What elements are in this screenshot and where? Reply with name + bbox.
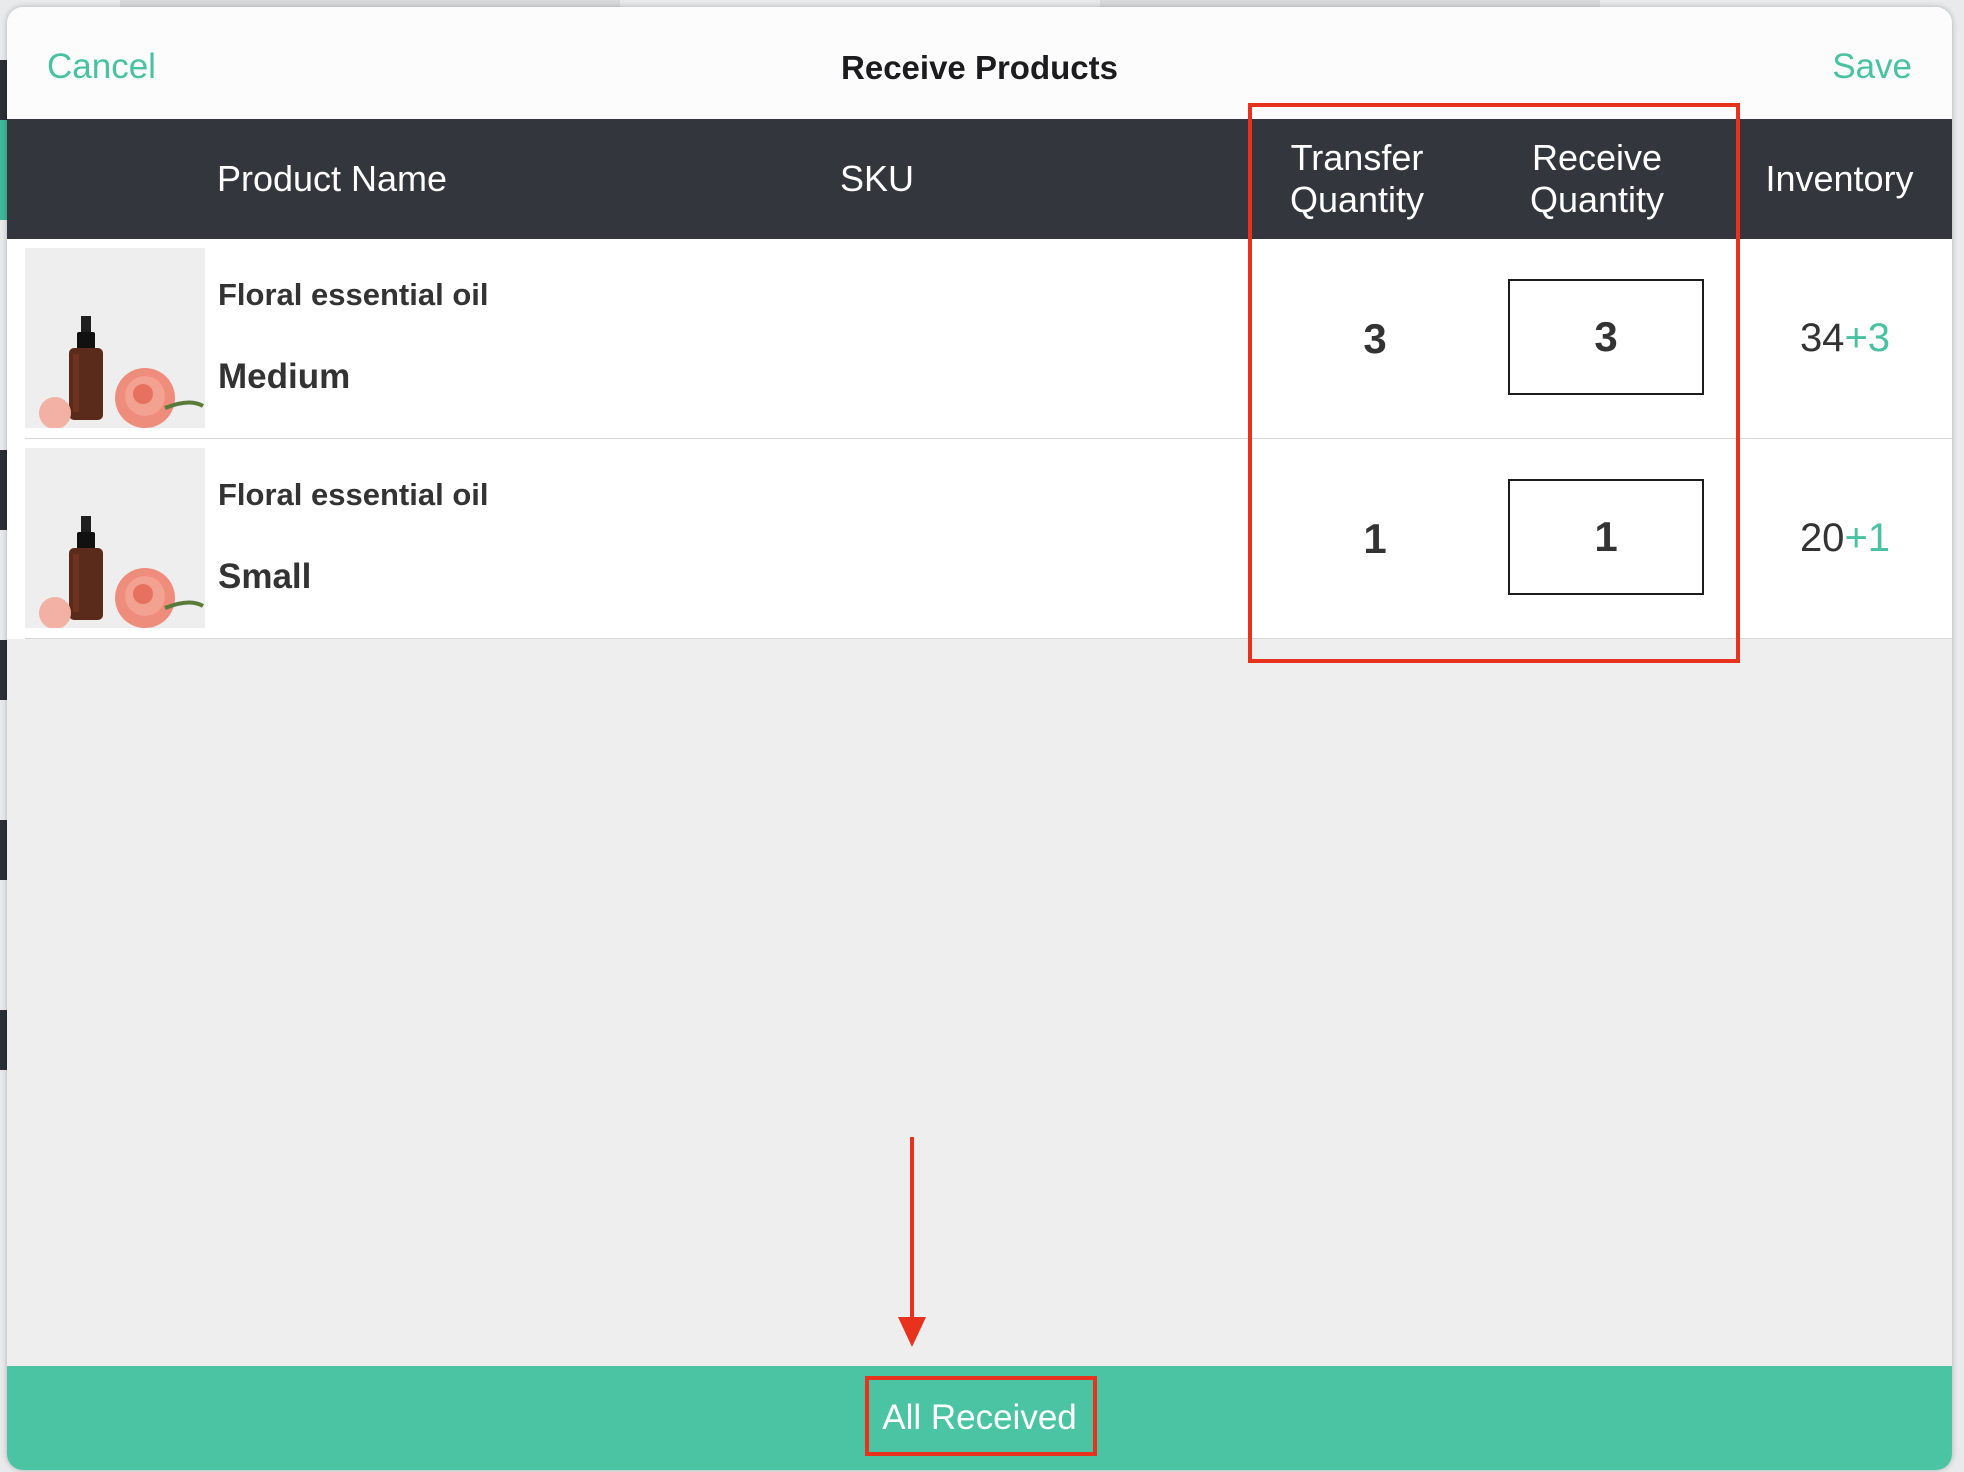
- header-sku: SKU: [839, 158, 915, 199]
- header-transfer-quantity-line2: Quantity: [1289, 179, 1425, 220]
- essential-oil-bottle-image: [25, 448, 205, 628]
- down-arrow-icon: [898, 1137, 926, 1347]
- product-name: Floral essential oil: [218, 277, 489, 312]
- product-name: Floral essential oil: [218, 477, 489, 512]
- inventory-value: 20 +1: [1755, 439, 1935, 638]
- inventory-increment: +3: [1844, 316, 1891, 360]
- header-product-name: Product Name: [216, 158, 448, 199]
- save-button[interactable]: Save: [1832, 47, 1912, 87]
- header-transfer-quantity-line1: Transfer: [1290, 137, 1424, 178]
- table-row: Floral essential oil Small 1 20+1: [25, 439, 1952, 639]
- receive-quantity-input[interactable]: [1508, 279, 1704, 395]
- table-header: Product Name SKU Transfer Quantity Recei…: [7, 119, 1952, 239]
- transfer-quantity: 1: [1363, 514, 1387, 562]
- bottom-action-bar: All Received: [7, 1366, 1952, 1470]
- transfer-quantity: 3: [1363, 314, 1387, 362]
- header-inventory: Inventory: [1765, 158, 1914, 199]
- modal-nav-bar: Cancel Receive Products Save: [7, 7, 1952, 119]
- inventory-base: 20: [1799, 516, 1845, 560]
- product-variant: Small: [218, 557, 312, 596]
- header-receive-quantity: Receive Quantity: [1482, 119, 1712, 239]
- header-transfer-quantity: Transfer Quantity: [1247, 119, 1467, 239]
- essential-oil-bottle-image: [25, 248, 205, 428]
- all-received-button[interactable]: All Received: [7, 1366, 1952, 1470]
- inventory-base: 34: [1799, 316, 1845, 360]
- inventory-increment: +1: [1844, 516, 1891, 560]
- receive-quantity-input[interactable]: [1508, 479, 1704, 595]
- header-receive-quantity-line2: Quantity: [1529, 179, 1665, 220]
- page-title: Receive Products: [841, 49, 1118, 86]
- product-list: Floral essential oil Medium 3 34+3: [7, 239, 1952, 639]
- table-row: Floral essential oil Medium 3 34+3: [25, 239, 1952, 439]
- receive-products-modal: Cancel Receive Products Save Product Nam…: [7, 7, 1952, 1470]
- inventory-value: 34 +3: [1755, 239, 1935, 438]
- product-variant: Medium: [218, 357, 351, 396]
- header-receive-quantity-line1: Receive: [1531, 137, 1663, 178]
- product-thumbnail: [25, 448, 205, 628]
- product-thumbnail: [25, 248, 205, 428]
